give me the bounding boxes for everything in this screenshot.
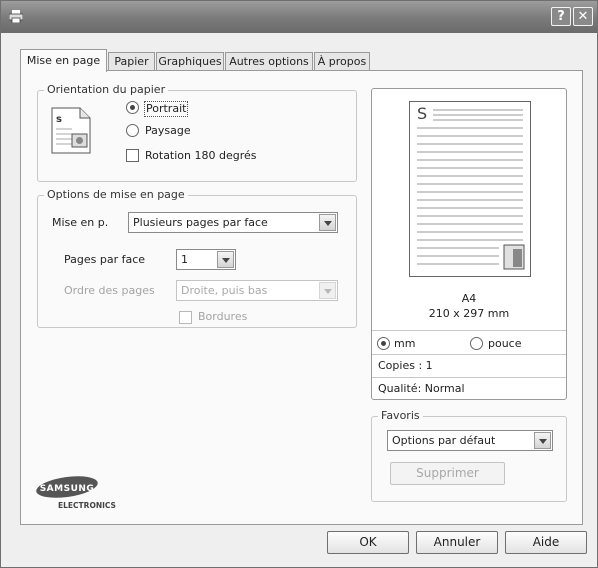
preview-divider [372, 330, 566, 331]
help-title-button[interactable]: ? [551, 7, 571, 26]
preview-page-letter: S [417, 104, 427, 123]
cancel-button[interactable]: Annuler [416, 531, 498, 554]
logo-brand: SAMSUNG [40, 484, 95, 494]
logo-sub: ELECTRONICS [58, 501, 116, 510]
page-order-value: Droite, puis bas [181, 284, 268, 297]
pages-per-side-label: Pages par face [64, 253, 146, 266]
layout-type-select[interactable]: Plusieurs pages par face [128, 212, 338, 233]
chevron-down-icon[interactable] [534, 432, 551, 449]
pages-per-side-select[interactable]: 1 [176, 249, 236, 270]
favorites-group: Favoris Options par défaut Supprimer [371, 409, 567, 502]
copies-text: Copies : 1 [378, 359, 433, 372]
rotate-180-label[interactable]: Rotation 180 degrés [145, 149, 257, 163]
ok-button[interactable]: OK [327, 531, 409, 554]
tab-a-propos[interactable]: À propos [314, 52, 370, 71]
borders-checkbox[interactable] [179, 311, 192, 324]
favorites-value: Options par défaut [392, 434, 496, 447]
quality-text: Qualité: Normal [378, 382, 465, 395]
chevron-down-icon[interactable] [217, 251, 234, 268]
page-icon-letter: s [56, 114, 62, 125]
portrait-label[interactable]: Portrait [144, 101, 189, 117]
layout-type-value: Plusieurs pages par face [133, 216, 268, 229]
pages-per-side-value: 1 [181, 253, 188, 266]
help-button[interactable]: Aide [505, 531, 587, 554]
rotate-180-checkbox[interactable] [126, 149, 139, 162]
printer-icon [8, 10, 24, 24]
delete-favorite-button[interactable]: Supprimer [390, 462, 505, 485]
chevron-down-icon[interactable] [319, 214, 336, 231]
tab-panel-mise-en-page: Orientation du papier s Portrait Paysage [20, 70, 583, 525]
preview-divider [372, 354, 566, 355]
tab-mise-en-page[interactable]: Mise en page [20, 49, 107, 72]
unit-mm-label[interactable]: mm [394, 337, 415, 351]
unit-inch-radio[interactable] [470, 337, 483, 350]
paper-size: 210 x 297 mm [428, 307, 510, 320]
orientation-legend: Orientation du papier [44, 83, 169, 97]
unit-inch-label[interactable]: pouce [488, 337, 522, 351]
favorites-select[interactable]: Options par défaut [387, 430, 553, 451]
title-bar[interactable]: ? ✕ [1, 1, 597, 33]
page-preview-box: S A4 210 x 297 mm mm pouce Copies: 1 Qu… [371, 88, 567, 400]
preview-divider [372, 377, 566, 378]
portrait-radio[interactable] [126, 101, 139, 114]
tab-autres-options[interactable]: Autres options [225, 52, 313, 71]
question-icon: ? [557, 9, 565, 24]
page-order-label: Ordre des pages [64, 284, 155, 297]
page-order-select[interactable]: Droite, puis bas [176, 280, 338, 301]
borders-label[interactable]: Bordures [198, 310, 247, 324]
close-icon: ✕ [577, 9, 589, 24]
chevron-down-icon[interactable] [319, 282, 336, 299]
orientation-group: Orientation du papier s Portrait Paysage [37, 83, 357, 182]
unit-mm-radio[interactable] [377, 337, 390, 350]
layout-options-group: Options de mise en page Mise en p. Plusi… [37, 188, 357, 328]
paper-name: A4 [461, 292, 477, 305]
close-button[interactable]: ✕ [573, 7, 593, 26]
landscape-radio[interactable] [126, 124, 139, 137]
portrait-page-icon: s [50, 107, 96, 159]
favorites-legend: Favoris [378, 409, 423, 423]
printer-properties-dialog: ? ✕ Mise en page Papier Graphiques Autre… [0, 0, 598, 568]
tab-graphiques[interactable]: Graphiques [156, 52, 224, 71]
tab-papier[interactable]: Papier [108, 52, 155, 71]
layout-type-label: Mise en p. [52, 216, 109, 229]
samsung-logo: SAMSUNG ELECTRONICS [35, 471, 145, 514]
landscape-label[interactable]: Paysage [145, 124, 191, 138]
preview-page-image: S [409, 101, 531, 281]
layout-options-legend: Options de mise en page [44, 188, 188, 202]
